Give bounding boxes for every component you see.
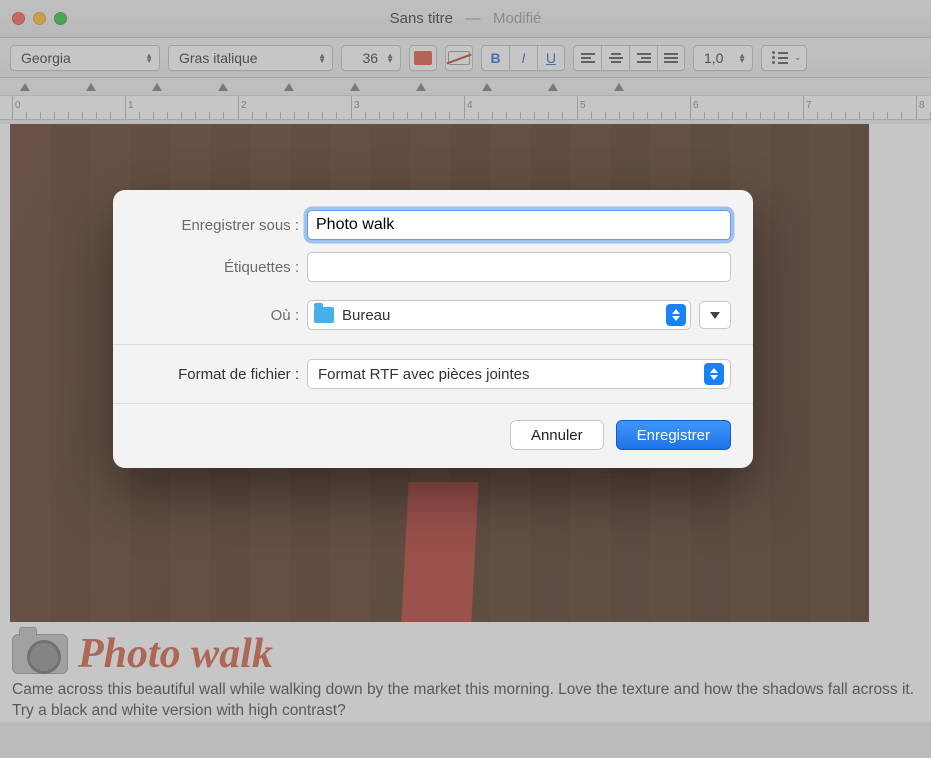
ruler-number: 1 — [128, 100, 134, 111]
font-family-value: Georgia — [21, 50, 71, 66]
line-spacing-value: 1,0 — [704, 50, 723, 66]
align-justify-button[interactable] — [657, 45, 685, 71]
text-color-button[interactable] — [409, 45, 437, 71]
tags-input[interactable] — [307, 252, 731, 282]
formatting-toolbar: Georgia ▲▼ Gras italique ▲▼ 36 ▲▼ B I U … — [0, 38, 931, 78]
tab-stop-icon[interactable] — [284, 83, 294, 91]
chevron-updown-icon: ▲▼ — [738, 53, 746, 63]
line-spacing-select[interactable]: 1,0 ▲▼ — [693, 45, 753, 71]
tab-stop-icon[interactable] — [218, 83, 228, 91]
font-size-value: 36 — [363, 50, 379, 66]
where-select[interactable]: Bureau — [307, 300, 691, 330]
tab-stop-icon[interactable] — [482, 83, 492, 91]
save-button[interactable]: Enregistrer — [616, 420, 731, 450]
chevron-updown-icon — [666, 304, 686, 326]
folder-icon — [314, 307, 334, 323]
window-title: Sans titre — Modifié — [0, 10, 931, 27]
no-color-button[interactable] — [445, 45, 473, 71]
expand-dialog-button[interactable] — [699, 301, 731, 329]
title-main: Sans titre — [390, 10, 453, 27]
chevron-down-icon: ⌄ — [794, 52, 802, 63]
ruler-number: 3 — [354, 100, 360, 111]
align-right-icon — [637, 53, 651, 63]
ruler[interactable]: 0 1 2 3 4 5 6 7 8 — [0, 96, 931, 120]
tab-stop-icon[interactable] — [614, 83, 624, 91]
ruler-number: 8 — [919, 100, 925, 111]
align-left-icon — [581, 53, 595, 63]
tags-label: Étiquettes : — [135, 259, 307, 276]
chevron-updown-icon: ▲▼ — [386, 53, 394, 63]
list-style-select[interactable]: ⌄ — [761, 45, 807, 71]
window-titlebar: Sans titre — Modifié — [0, 0, 931, 38]
tab-stop-icon[interactable] — [20, 83, 30, 91]
swatch-icon — [414, 51, 432, 65]
no-color-icon — [448, 51, 470, 65]
file-format-label: Format de fichier : — [135, 366, 307, 383]
underline-button[interactable]: U — [537, 45, 565, 71]
italic-button[interactable]: I — [509, 45, 537, 71]
title-sep — [457, 10, 461, 27]
title-modified: Modifié — [493, 10, 541, 27]
save-dialog: Enregistrer sous : Étiquettes : Où : Bur… — [113, 190, 753, 468]
font-family-select[interactable]: Georgia ▲▼ — [10, 45, 160, 71]
where-value: Bureau — [342, 307, 390, 324]
tab-stop-icon[interactable] — [152, 83, 162, 91]
ruler-number: 5 — [580, 100, 586, 111]
title-status — [485, 10, 489, 27]
tab-stop-bar[interactable] — [0, 78, 931, 96]
chevron-down-icon — [710, 312, 720, 319]
ruler-number: 7 — [806, 100, 812, 111]
ruler-number: 6 — [693, 100, 699, 111]
bullet-list-icon — [772, 51, 788, 64]
text-style-group: B I U — [481, 45, 565, 71]
tab-stop-icon[interactable] — [416, 83, 426, 91]
cancel-button[interactable]: Annuler — [510, 420, 604, 450]
align-center-button[interactable] — [601, 45, 629, 71]
ruler-number: 4 — [467, 100, 473, 111]
file-format-select[interactable]: Format RTF avec pièces jointes — [307, 359, 731, 389]
ruler-number: 0 — [15, 100, 21, 111]
save-as-input[interactable] — [307, 210, 731, 240]
title-sep-dash: — — [466, 10, 481, 27]
font-size-select[interactable]: 36 ▲▼ — [341, 45, 401, 71]
document-paragraph[interactable]: Came across this beautiful wall while wa… — [12, 680, 919, 722]
bold-button[interactable]: B — [481, 45, 509, 71]
tab-stop-icon[interactable] — [86, 83, 96, 91]
save-as-label: Enregistrer sous : — [135, 217, 307, 234]
align-center-icon — [609, 53, 623, 63]
document-heading-row: Photo walk — [12, 630, 919, 678]
divider — [113, 344, 753, 345]
ruler-number: 2 — [241, 100, 247, 111]
document-heading[interactable]: Photo walk — [78, 630, 273, 678]
font-style-select[interactable]: Gras italique ▲▼ — [168, 45, 333, 71]
chevron-updown-icon: ▲▼ — [318, 53, 326, 63]
divider — [113, 403, 753, 404]
file-format-value: Format RTF avec pièces jointes — [318, 366, 529, 383]
camera-icon — [12, 634, 68, 674]
align-justify-icon — [664, 53, 678, 63]
alignment-group — [573, 45, 685, 71]
chevron-updown-icon: ▲▼ — [145, 53, 153, 63]
where-label: Où : — [135, 307, 307, 324]
align-right-button[interactable] — [629, 45, 657, 71]
font-style-value: Gras italique — [179, 50, 258, 66]
align-left-button[interactable] — [573, 45, 601, 71]
tab-stop-icon[interactable] — [548, 83, 558, 91]
chevron-updown-icon — [704, 363, 724, 385]
tab-stop-icon[interactable] — [350, 83, 360, 91]
